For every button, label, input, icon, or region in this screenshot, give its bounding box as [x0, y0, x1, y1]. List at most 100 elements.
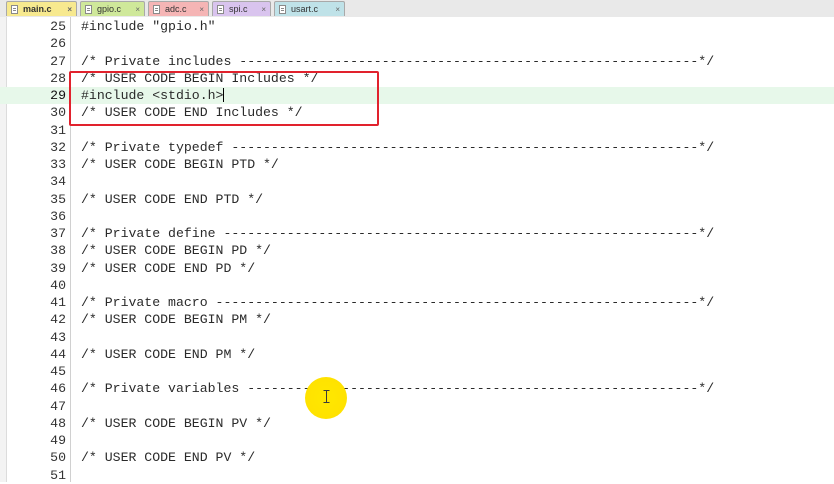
code-text-content: /* USER CODE END PV */ [81, 450, 256, 466]
close-icon[interactable]: × [335, 2, 340, 17]
code-line[interactable]: 45 [0, 363, 834, 380]
line-number: 44 [50, 346, 66, 362]
tab-gpio-c[interactable]: gpio.c × [80, 1, 145, 16]
line-number: 39 [50, 260, 66, 276]
code-text-content: /* USER CODE BEGIN PV */ [81, 415, 271, 431]
file-icon [85, 5, 92, 14]
code-text: /* USER CODE END PM */ [81, 346, 255, 363]
code-line[interactable]: 38 /* USER CODE BEGIN PD */ [0, 242, 834, 259]
code-line[interactable]: 25 #include "gpio.h" [0, 18, 834, 35]
file-icon [279, 5, 286, 14]
line-number: 48 [50, 415, 66, 431]
line-number: 34 [50, 174, 66, 190]
line-number: 51 [50, 467, 66, 483]
code-text-content: /* Private includes --------------------… [81, 53, 715, 69]
tab-usart-c[interactable]: usart.c × [274, 1, 345, 16]
close-icon[interactable]: × [261, 2, 266, 17]
code-text-content: #include "gpio.h" [81, 19, 216, 34]
code-line[interactable]: 40 [0, 277, 834, 294]
code-line[interactable]: 39 /* USER CODE END PD */ [0, 260, 834, 277]
code-text-content: /* Private define ----------------------… [81, 226, 715, 241]
code-line[interactable]: 42 /* USER CODE BEGIN PM */ [0, 311, 834, 328]
line-number: 25 [50, 19, 66, 34]
code-text-content: /* USER CODE BEGIN PTD */ [81, 157, 279, 172]
code-text: /* USER CODE BEGIN PTD */ [81, 156, 279, 173]
tab-label: main.c [23, 4, 52, 14]
close-icon[interactable]: × [199, 2, 204, 17]
code-line[interactable]: 51 [0, 467, 834, 484]
code-text-content: /* Private variables -------------------… [81, 381, 715, 397]
tab-bar: main.c × gpio.c × adc.c × spi.c × usart.c × [0, 0, 834, 18]
line-number: 36 [50, 208, 66, 224]
tab-label: adc.c [165, 4, 187, 14]
line-number: 32 [50, 139, 66, 155]
code-line[interactable]: 34 [0, 173, 834, 190]
code-text-content: /* USER CODE END PM */ [81, 346, 256, 362]
code-text: /* USER CODE END PTD */ [81, 191, 263, 208]
line-number: 46 [50, 381, 66, 397]
code-line[interactable]: 27 /* Private includes ------------------… [0, 53, 834, 70]
code-line[interactable]: 47 [0, 398, 834, 415]
code-text: /* Private macro -----------------------… [81, 294, 714, 311]
code-text-content: /* USER CODE END PD */ [81, 260, 256, 276]
tab-adc-c[interactable]: adc.c × [148, 1, 209, 16]
tab-label: gpio.c [97, 4, 122, 14]
line-number: 30 [50, 105, 66, 121]
code-text: /* USER CODE END PD */ [81, 260, 255, 277]
line-number: 41 [50, 295, 66, 310]
code-line[interactable]: 26 [0, 35, 834, 52]
code-editor[interactable]: 25 #include "gpio.h" 26 27 /* Private includ… [0, 17, 834, 484]
code-text-content: /* USER CODE BEGIN PM */ [81, 312, 271, 328]
code-line[interactable]: 36 [0, 208, 834, 225]
line-number: 28 [50, 70, 66, 86]
code-text: /* USER CODE BEGIN PM */ [81, 311, 271, 328]
code-text-content: /* Private macro -----------------------… [81, 295, 715, 310]
line-number: 31 [50, 122, 66, 138]
code-line[interactable]: 46 /* Private variables -----------------… [0, 380, 834, 397]
code-line[interactable]: 32 /* Private typedef -------------------… [0, 139, 834, 156]
code-text: /* USER CODE BEGIN PV */ [81, 415, 271, 432]
line-number: 45 [50, 364, 66, 379]
line-number: 49 [50, 433, 66, 448]
line-number: 43 [50, 329, 66, 345]
tab-spi-c[interactable]: spi.c × [212, 1, 271, 16]
line-number: 33 [50, 157, 66, 172]
code-text-content: /* Private typedef ---------------------… [81, 139, 715, 155]
code-text: #include "gpio.h" [81, 18, 216, 35]
code-line[interactable]: 35 /* USER CODE END PTD */ [0, 191, 834, 208]
file-icon [217, 5, 224, 14]
code-line[interactable]: 41 /* Private macro ---------------------… [0, 294, 834, 311]
line-number: 37 [50, 226, 66, 241]
code-text: /* USER CODE END PV */ [81, 449, 255, 466]
code-text: /* Private variables -------------------… [81, 380, 714, 397]
code-text: /* USER CODE BEGIN PD */ [81, 242, 271, 259]
line-number: 42 [50, 312, 66, 328]
code-line[interactable]: 48 /* USER CODE BEGIN PV */ [0, 415, 834, 432]
code-text: /* Private includes --------------------… [81, 53, 714, 70]
file-icon [153, 5, 160, 14]
tab-label: usart.c [291, 4, 319, 14]
code-text: /* Private typedef ---------------------… [81, 139, 714, 156]
tab-main-c[interactable]: main.c × [6, 1, 77, 16]
code-text-content: /* USER CODE BEGIN PD */ [81, 243, 271, 259]
close-icon[interactable]: × [67, 2, 72, 17]
text-cursor-icon [323, 390, 330, 403]
code-line[interactable]: 37 /* Private define --------------------… [0, 225, 834, 242]
code-line[interactable]: 33 /* USER CODE BEGIN PTD */ [0, 156, 834, 173]
code-line[interactable]: 49 [0, 432, 834, 449]
line-number: 38 [50, 243, 66, 259]
line-number: 29 [50, 88, 66, 103]
code-line[interactable]: 44 /* USER CODE END PM */ [0, 346, 834, 363]
close-icon[interactable]: × [135, 2, 140, 17]
line-number: 40 [50, 277, 66, 293]
code-line[interactable]: 43 [0, 329, 834, 346]
file-icon [11, 5, 18, 14]
line-number: 35 [50, 191, 66, 207]
line-number: 47 [50, 398, 66, 414]
tab-label: spi.c [229, 4, 248, 14]
line-number: 26 [50, 36, 66, 52]
code-line[interactable]: 50 /* USER CODE END PV */ [0, 449, 834, 466]
highlight-box [69, 71, 379, 126]
code-text: /* Private define ----------------------… [81, 225, 714, 242]
line-number: 27 [50, 53, 66, 69]
